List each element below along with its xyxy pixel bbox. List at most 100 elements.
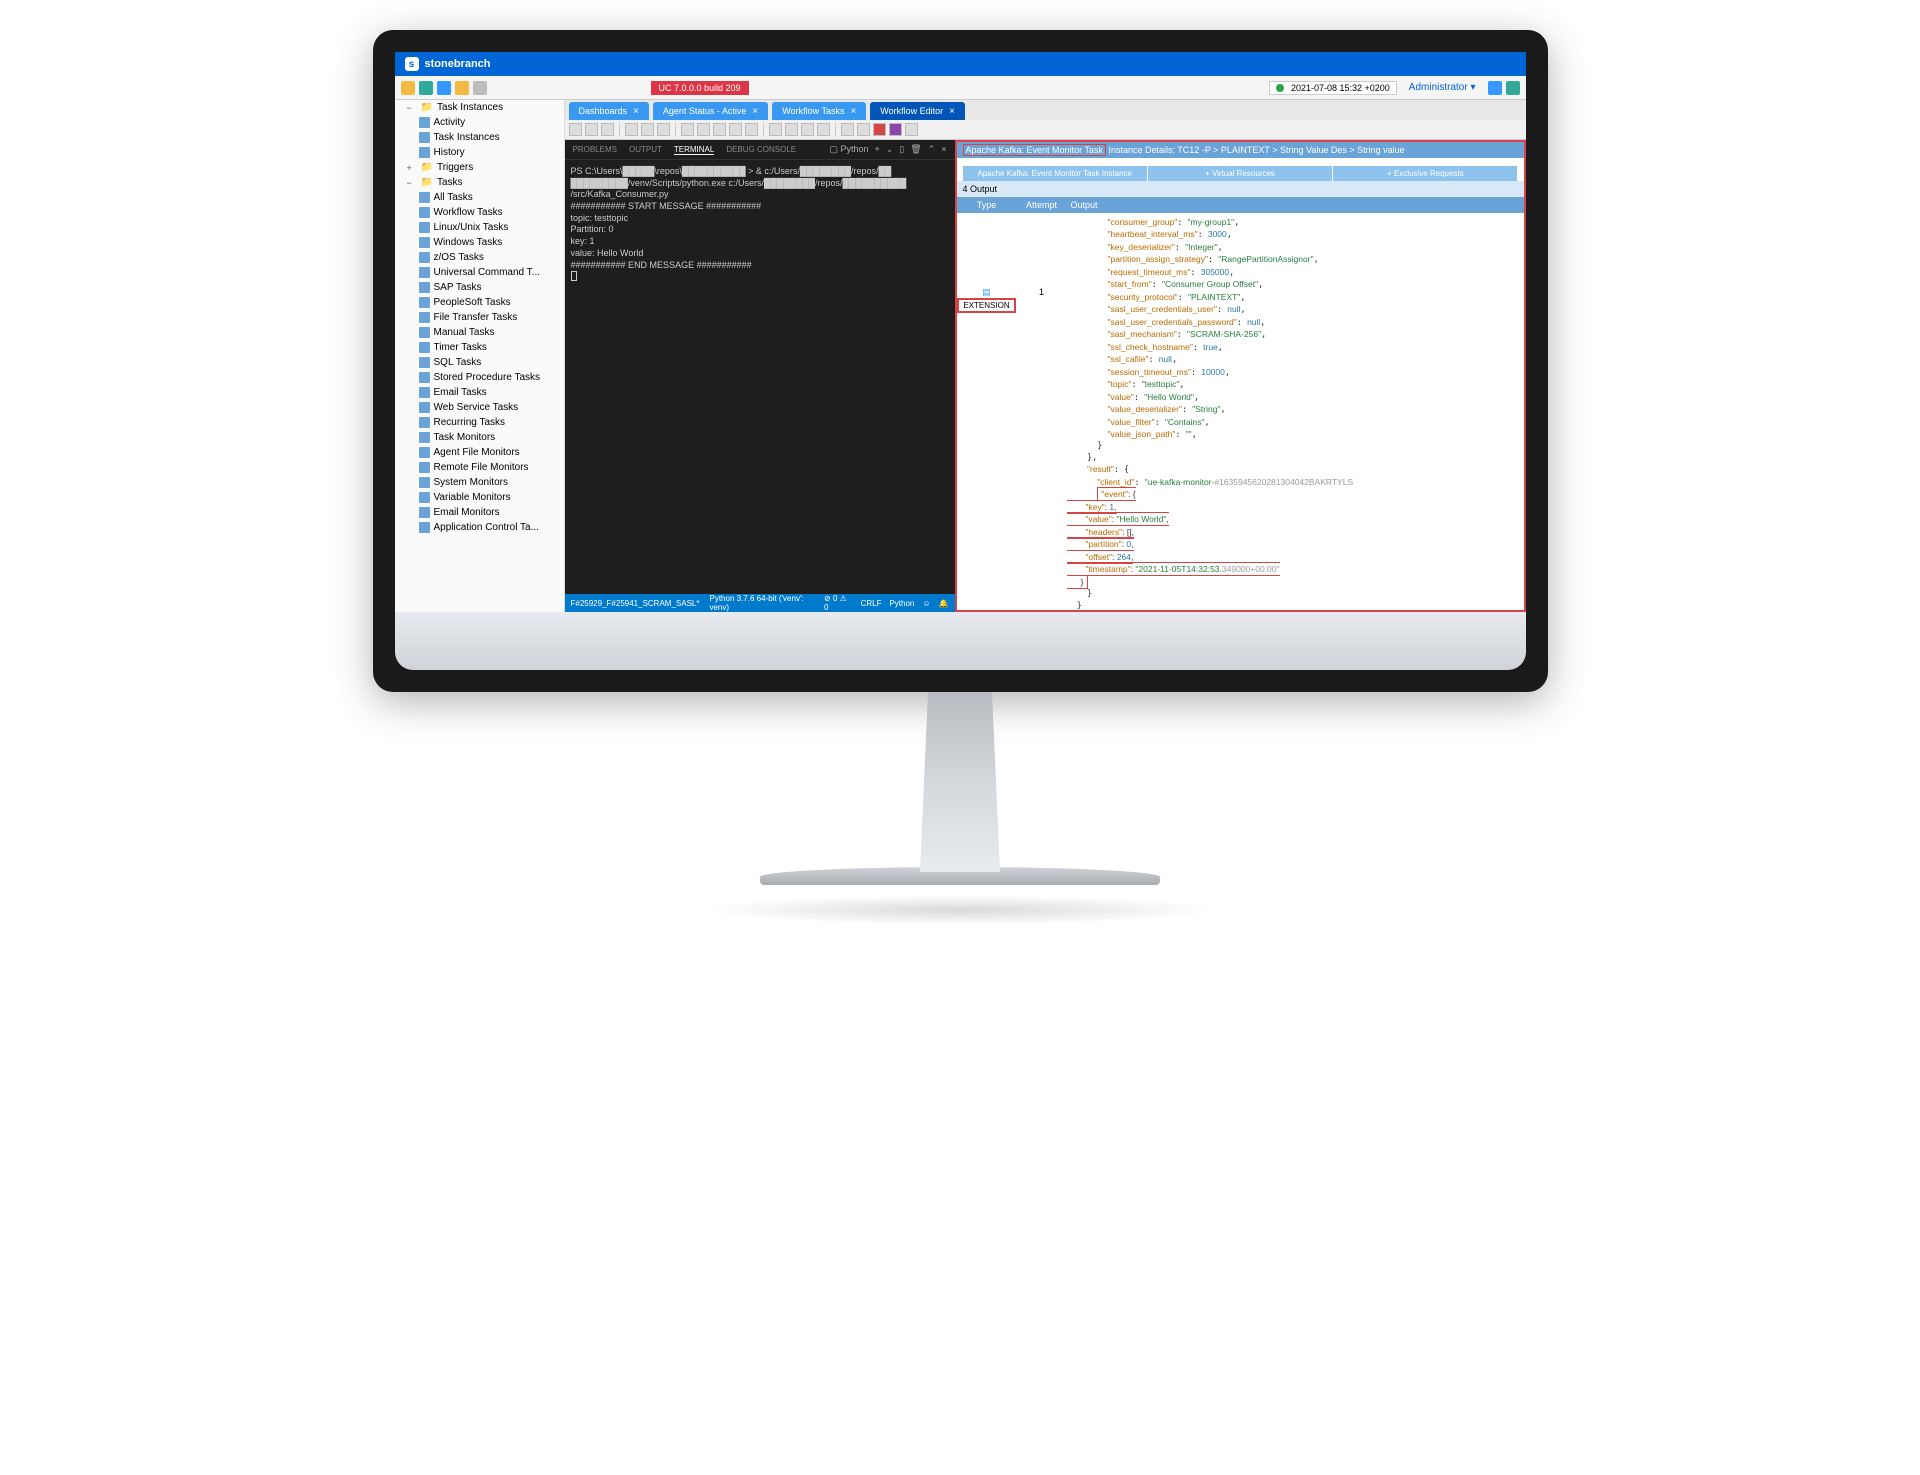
tree-item[interactable]: System Monitors bbox=[395, 475, 564, 490]
zoom-fit-icon[interactable] bbox=[801, 123, 814, 136]
tree-item[interactable]: File Transfer Tasks bbox=[395, 310, 564, 325]
task-icon bbox=[419, 222, 430, 233]
tree-item[interactable]: Linux/Unix Tasks bbox=[395, 220, 564, 235]
tree-item[interactable]: SAP Tasks bbox=[395, 280, 564, 295]
tree-item[interactable]: Email Monitors bbox=[395, 505, 564, 520]
refresh-icon[interactable] bbox=[1506, 81, 1520, 95]
minus-icon[interactable]: − bbox=[407, 178, 417, 188]
copy-icon[interactable] bbox=[681, 123, 694, 136]
terminal-tab[interactable]: TERMINAL bbox=[674, 145, 714, 155]
terminal-output[interactable]: PS C:\Users\█████\repos\██████████ > & c… bbox=[565, 160, 955, 594]
line-icon[interactable] bbox=[657, 123, 670, 136]
stop-icon[interactable] bbox=[873, 123, 886, 136]
tool-icon-4[interactable] bbox=[455, 81, 469, 95]
chevron-down-icon[interactable]: ⌄ bbox=[886, 144, 894, 155]
trash-icon[interactable]: 🗑 bbox=[910, 144, 921, 155]
main-tab[interactable]: Workflow Tasks× bbox=[772, 102, 866, 120]
detail-sub-tab[interactable]: + Exclusive Requests bbox=[1333, 166, 1517, 181]
row-select-icon[interactable]: ▤ bbox=[982, 287, 991, 297]
tool-icon-2[interactable] bbox=[419, 81, 433, 95]
tree-item[interactable]: Windows Tasks bbox=[395, 235, 564, 250]
tree-group[interactable]: +📁Triggers bbox=[395, 160, 564, 175]
tool-icon-3[interactable] bbox=[437, 81, 451, 95]
connect-icon[interactable] bbox=[641, 123, 654, 136]
tree-item[interactable]: Universal Command T... bbox=[395, 265, 564, 280]
tool-icon-1[interactable] bbox=[401, 81, 415, 95]
plus-icon[interactable]: + bbox=[407, 163, 417, 173]
tree-item[interactable]: History bbox=[395, 145, 564, 160]
folder-icon: 📁 bbox=[421, 162, 433, 173]
grid-icon[interactable] bbox=[841, 123, 854, 136]
shell-select[interactable]: ▢ Python bbox=[829, 144, 868, 155]
tree-item[interactable]: Web Service Tasks bbox=[395, 400, 564, 415]
validate-icon[interactable] bbox=[889, 123, 902, 136]
task-icon bbox=[419, 387, 430, 398]
git-branch[interactable]: F#25929_F#25941_SCRAM_SASL* bbox=[571, 599, 700, 608]
line-ending[interactable]: CRLF bbox=[861, 599, 882, 608]
tree-item[interactable]: Agent File Monitors bbox=[395, 445, 564, 460]
tree-item[interactable]: SQL Tasks bbox=[395, 355, 564, 370]
chevron-up-icon[interactable]: ⌃ bbox=[928, 144, 936, 155]
delete-icon[interactable] bbox=[745, 123, 758, 136]
main-tab[interactable]: Workflow Editor× bbox=[870, 102, 965, 120]
tree-item[interactable]: Workflow Tasks bbox=[395, 205, 564, 220]
zoom-out-icon[interactable] bbox=[785, 123, 798, 136]
python-env[interactable]: Python 3.7.6 64-bit ('venv': venv) bbox=[709, 594, 814, 612]
zoom-reset-icon[interactable] bbox=[817, 123, 830, 136]
close-icon[interactable]: × bbox=[633, 106, 639, 117]
task-icon bbox=[419, 117, 430, 128]
main-tab[interactable]: Agent Status - Active× bbox=[653, 102, 768, 120]
detail-sub-tab[interactable]: Apache Kafka: Event Monitor Task Instanc… bbox=[963, 166, 1147, 181]
tree-item[interactable]: Timer Tasks bbox=[395, 340, 564, 355]
layers-icon[interactable] bbox=[729, 123, 742, 136]
close-icon[interactable]: × bbox=[752, 106, 758, 117]
status-dot-icon bbox=[1276, 84, 1284, 92]
admin-menu[interactable]: Administrator ▾ bbox=[1409, 82, 1476, 93]
paste-icon[interactable] bbox=[697, 123, 710, 136]
tree-item[interactable]: Email Tasks bbox=[395, 385, 564, 400]
tree-item[interactable]: Remote File Monitors bbox=[395, 460, 564, 475]
redo-icon[interactable] bbox=[601, 123, 614, 136]
language-mode[interactable]: Python bbox=[889, 599, 914, 608]
gear-icon[interactable] bbox=[473, 81, 487, 95]
help-icon[interactable] bbox=[1488, 81, 1502, 95]
tree-group[interactable]: −📁Tasks bbox=[395, 175, 564, 190]
tree-item[interactable]: Activity bbox=[395, 115, 564, 130]
problems-count[interactable]: ⊘ 0 ⚠ 0 bbox=[824, 594, 851, 612]
plus-icon[interactable]: + bbox=[874, 144, 879, 155]
tree-item[interactable]: Variable Monitors bbox=[395, 490, 564, 505]
tree-item[interactable]: PeopleSoft Tasks bbox=[395, 295, 564, 310]
bell-icon[interactable]: 🔔 bbox=[939, 599, 949, 608]
tree-item[interactable]: Manual Tasks bbox=[395, 325, 564, 340]
terminal-statusbar: F#25929_F#25941_SCRAM_SASL* Python 3.7.6… bbox=[565, 594, 955, 612]
zoom-in-icon[interactable] bbox=[769, 123, 782, 136]
tree-item[interactable]: z/OS Tasks bbox=[395, 250, 564, 265]
tree-item[interactable]: Stored Procedure Tasks bbox=[395, 370, 564, 385]
detail-sub-tab[interactable]: + Virtual Resources bbox=[1148, 166, 1332, 181]
tree-item[interactable]: All Tasks bbox=[395, 190, 564, 205]
tree-item[interactable]: Task Instances bbox=[395, 130, 564, 145]
main-tab[interactable]: Dashboards× bbox=[569, 102, 649, 120]
tree-group[interactable]: −📁Task Instances bbox=[395, 100, 564, 115]
undo-icon[interactable] bbox=[585, 123, 598, 136]
add-icon[interactable] bbox=[713, 123, 726, 136]
close-icon[interactable]: × bbox=[949, 106, 955, 117]
save-icon[interactable] bbox=[569, 123, 582, 136]
tree-item[interactable]: Application Control Ta... bbox=[395, 520, 564, 535]
cursor-icon[interactable] bbox=[625, 123, 638, 136]
tree-item[interactable]: Task Monitors bbox=[395, 430, 564, 445]
close-icon[interactable]: × bbox=[850, 106, 856, 117]
hierarchy-icon[interactable] bbox=[857, 123, 870, 136]
main-tabs: Dashboards×Agent Status - Active×Workflo… bbox=[565, 100, 1526, 120]
task-icon bbox=[419, 192, 430, 203]
feedback-icon[interactable]: ☺ bbox=[922, 599, 930, 608]
terminal-tab[interactable]: PROBLEMS bbox=[573, 145, 617, 154]
minus-icon[interactable]: − bbox=[407, 103, 417, 113]
refresh-editor-icon[interactable] bbox=[905, 123, 918, 136]
folder-icon: 📁 bbox=[421, 102, 433, 113]
close-icon[interactable]: × bbox=[941, 144, 946, 155]
terminal-tab[interactable]: DEBUG CONSOLE bbox=[726, 145, 796, 154]
tree-item[interactable]: Recurring Tasks bbox=[395, 415, 564, 430]
split-icon[interactable]: ▯ bbox=[899, 144, 904, 155]
terminal-tab[interactable]: OUTPUT bbox=[629, 145, 662, 154]
